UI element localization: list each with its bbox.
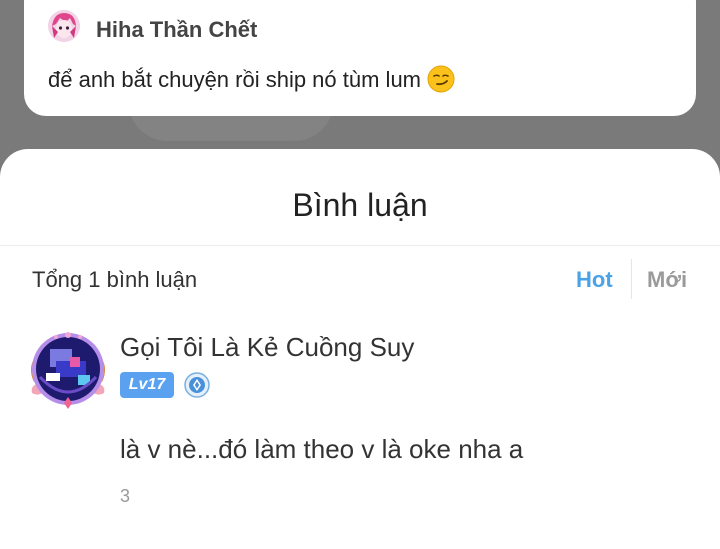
sort-divider: [631, 259, 632, 299]
comment-meta: 3: [120, 486, 131, 506]
comment-text: là v nè...đó làm theo v là oke nha a: [120, 434, 524, 464]
smirking-face-icon: [427, 65, 455, 93]
post-message: để anh bắt chuyện rồi ship nó tùm lum: [48, 65, 455, 93]
sheet-title: Bình luận: [292, 187, 428, 223]
post-preview-card: Hiha Thần Chết để anh bắt chuyện rồi shi…: [24, 0, 696, 116]
level-badge: Lv17: [120, 372, 174, 398]
post-author-avatar[interactable]: [48, 10, 80, 42]
post-author-name[interactable]: Hiha Thần Chết: [96, 17, 257, 43]
rank-diamond-icon: [184, 372, 210, 398]
divider: [0, 245, 720, 246]
post-message-text: để anh bắt chuyện rồi ship nó tùm lum: [48, 67, 422, 92]
comments-sheet: Bình luận Tổng 1 bình luận Hot Mới Gọi T…: [0, 149, 720, 549]
comment-count: Tổng 1 bình luận: [32, 267, 198, 292]
sort-hot-tab[interactable]: Hot: [576, 267, 613, 293]
commenter-name[interactable]: Gọi Tôi Là Kẻ Cuồng Suy: [120, 332, 414, 363]
commenter-avatar[interactable]: [26, 327, 110, 411]
sort-new-tab[interactable]: Mới: [647, 267, 687, 293]
